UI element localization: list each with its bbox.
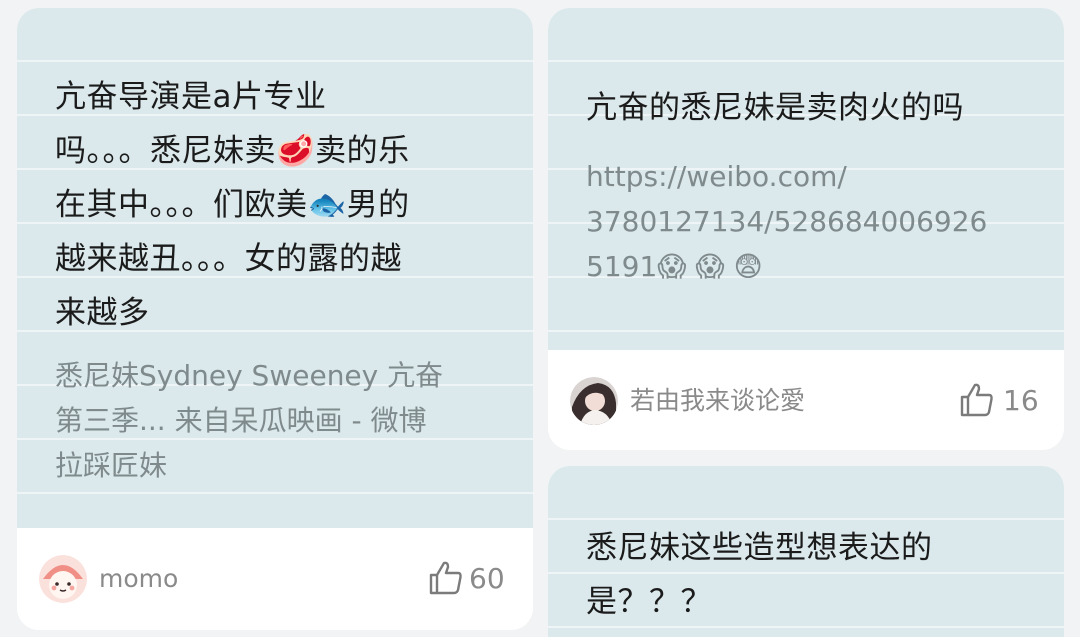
post-card-2-link[interactable]: https://weibo.com/ 3780127134/5286840069…	[586, 154, 1056, 289]
avatar[interactable]	[39, 555, 87, 603]
link-line: https://weibo.com/	[586, 160, 847, 193]
post-card-3-title: 悉尼妹这些造型想表达的 是？？？	[586, 521, 1046, 629]
post-card-1-subtitle: 悉尼妹Sydney Sweeney 亢奋 第三季... 来自呆瓜映画 - 微博 …	[55, 353, 515, 488]
post-card-1-footer: momo 60	[17, 528, 533, 630]
title-line: 悉尼妹这些造型想表达的	[586, 530, 933, 566]
like-count: 16	[1003, 384, 1039, 417]
title-line: 亢奋导演是a片专业	[55, 79, 327, 115]
title-line: 吗。。。悉尼妹卖🥩卖的乐	[55, 133, 410, 169]
subtitle-line: 拉踩匠妹	[55, 449, 168, 482]
avatar[interactable]	[570, 377, 618, 425]
title-line: 来越多	[55, 295, 150, 331]
title-line: 亢奋的悉尼妹是卖肉火的吗	[586, 90, 964, 126]
thumbs-up-icon[interactable]	[956, 380, 996, 420]
post-card-2-title: 亢奋的悉尼妹是卖肉火的吗	[586, 81, 1046, 135]
author-name[interactable]: 若由我来谈论愛	[630, 386, 805, 416]
author-name[interactable]: momo	[99, 564, 178, 594]
subtitle-line: 第三季... 来自呆瓜映画 - 微博	[55, 404, 427, 437]
subtitle-line: 悉尼妹Sydney Sweeney 亢奋	[55, 359, 444, 392]
like-count: 60	[469, 562, 505, 595]
link-line: 3780127134/528684006926	[586, 205, 988, 238]
post-card-3-body: 悉尼妹这些造型想表达的 是？？？	[548, 466, 1064, 637]
post-card-2[interactable]: 亢奋的悉尼妹是卖肉火的吗 https://weibo.com/ 37801271…	[548, 8, 1064, 450]
post-card-1[interactable]: 亢奋导演是a片专业 吗。。。悉尼妹卖🥩卖的乐 在其中。。。们欧美🐟男的 越来越丑…	[17, 8, 533, 630]
post-card-2-footer: 若由我来谈论愛 16	[548, 350, 1064, 450]
title-line: 越来越丑。。。女的露的越	[55, 241, 402, 277]
post-card-3[interactable]: 悉尼妹这些造型想表达的 是？？？	[548, 466, 1064, 637]
cartoon-face-avatar-icon	[39, 555, 87, 603]
post-card-1-body: 亢奋导演是a片专业 吗。。。悉尼妹卖🥩卖的乐 在其中。。。们欧美🐟男的 越来越丑…	[17, 8, 533, 528]
post-card-2-body: 亢奋的悉尼妹是卖肉火的吗 https://weibo.com/ 37801271…	[548, 8, 1064, 350]
title-line: 在其中。。。们欧美🐟男的	[55, 187, 410, 223]
photo-avatar-icon	[570, 377, 618, 425]
post-card-1-title: 亢奋导演是a片专业 吗。。。悉尼妹卖🥩卖的乐 在其中。。。们欧美🐟男的 越来越丑…	[55, 70, 515, 340]
title-line: 是？？？	[586, 584, 712, 620]
link-line: 5191😱 😱 😨	[586, 250, 763, 283]
thumbs-up-icon[interactable]	[425, 558, 465, 598]
